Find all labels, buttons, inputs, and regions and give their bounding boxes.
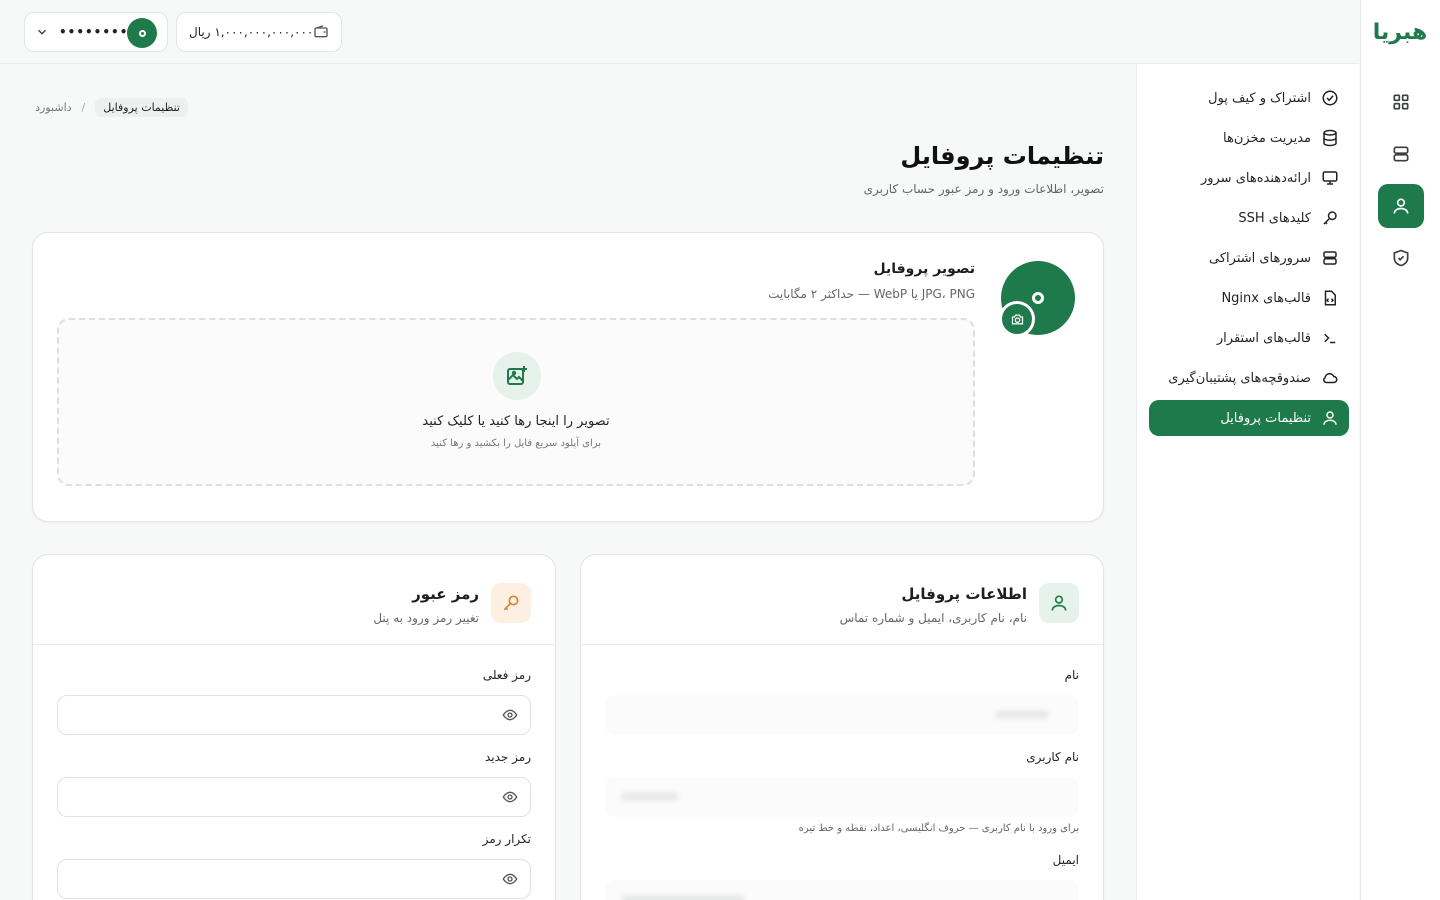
user-icon bbox=[1039, 583, 1079, 623]
profile-photo-card: تصویر پروفایل JPG، PNG یا WebP — حداکثر … bbox=[32, 232, 1104, 522]
server-icon bbox=[1323, 251, 1337, 265]
breadcrumb-separator: / bbox=[81, 100, 86, 114]
page-subtitle: تصویر، اطلاعات ورود و رمز عبور حساب کارب… bbox=[863, 182, 1104, 196]
current-password-field[interactable] bbox=[57, 695, 531, 735]
rail-security-button[interactable] bbox=[1378, 236, 1424, 280]
sidenav-item-deploy-templates[interactable]: قالب‌های استقرار bbox=[1149, 320, 1349, 356]
password-card: رمز عبور تغییر رمز ورود به پنل رمز فعلی … bbox=[32, 554, 556, 900]
breadcrumb: تنظیمات پروفایل / داشبورد bbox=[35, 96, 188, 118]
password-card-title: رمز عبور bbox=[412, 585, 479, 603]
rail-dashboard-button[interactable] bbox=[1378, 80, 1424, 124]
eye-icon[interactable] bbox=[502, 789, 518, 805]
email-field[interactable] bbox=[605, 880, 1079, 900]
database-icon bbox=[1323, 129, 1337, 147]
new-password-field[interactable] bbox=[57, 777, 531, 817]
password-card-header: رمز عبور تغییر رمز ورود به پنل bbox=[33, 555, 555, 645]
sidenav-item-label: صندوقچه‌های پشتیبان‌گیری bbox=[1168, 370, 1311, 386]
dropzone-title: تصویر را اینجا رها کنید یا کلیک کنید bbox=[422, 414, 610, 429]
file-code-icon bbox=[1324, 290, 1336, 306]
email-label: ایمیل bbox=[1052, 853, 1079, 867]
sidenav-item-providers[interactable]: ارائه‌دهنده‌های سرور bbox=[1149, 160, 1349, 196]
name-label: نام bbox=[1064, 668, 1079, 682]
photo-card-subtitle: JPG، PNG یا WebP — حداکثر ۲ مگابایت bbox=[768, 287, 975, 301]
name-field[interactable] bbox=[605, 695, 1079, 735]
wallet-amount: ۱,۰۰۰,۰۰۰,۰۰۰,۰۰۰ ریال bbox=[189, 25, 314, 39]
check-circle-icon bbox=[1322, 90, 1338, 106]
confirm-password-input[interactable] bbox=[70, 860, 490, 898]
image-plus-icon bbox=[493, 352, 541, 400]
current-password-input[interactable] bbox=[70, 696, 490, 734]
masked-username: ••••••••• bbox=[59, 25, 138, 39]
shield-icon bbox=[1393, 249, 1409, 267]
breadcrumb-root-link[interactable]: داشبورد bbox=[35, 101, 71, 114]
new-password-label: رمز جدید bbox=[484, 750, 531, 764]
settings-sidenav: اشتراک و کیف پول مدیریت مخزن‌ها ارائه‌ده… bbox=[1136, 64, 1359, 900]
cloud-icon bbox=[1323, 372, 1338, 384]
breadcrumb-current: تنظیمات پروفایل bbox=[95, 97, 188, 117]
confirm-password-label: تکرار رمز bbox=[482, 832, 531, 846]
key-icon bbox=[491, 583, 531, 623]
info-card-subtitle: نام، نام کاربری، ایمیل و شماره تماس bbox=[839, 611, 1027, 625]
username-value-redacted bbox=[621, 792, 679, 801]
username-field[interactable] bbox=[605, 777, 1079, 817]
password-card-subtitle: تغییر رمز ورود به پنل bbox=[373, 611, 479, 625]
sidenav-item-ssh-keys[interactable]: کلیدهای SSH bbox=[1149, 200, 1349, 236]
sidenav-item-label: مدیریت مخزن‌ها bbox=[1223, 130, 1311, 146]
terminal-icon bbox=[1324, 333, 1336, 344]
username-hint: برای ورود با نام کاربری — حروف انگلیسی، … bbox=[798, 823, 1079, 834]
email-value-redacted bbox=[621, 895, 745, 900]
sidenav-item-repositories[interactable]: مدیریت مخزن‌ها bbox=[1149, 120, 1349, 156]
grid-icon bbox=[1393, 94, 1409, 110]
dropzone-subtitle: برای آپلود سریع فایل را بکشید و رها کنید bbox=[430, 438, 602, 449]
change-photo-button[interactable] bbox=[999, 301, 1035, 337]
page-title: تنظیمات پروفایل bbox=[900, 142, 1104, 170]
sidenav-item-label: کلیدهای SSH bbox=[1238, 210, 1311, 226]
sidenav-item-shared-servers[interactable]: سرورهای اشتراکی bbox=[1149, 240, 1349, 276]
wallet-icon bbox=[314, 25, 328, 38]
sidenav-item-backups[interactable]: صندوقچه‌های پشتیبان‌گیری bbox=[1149, 360, 1349, 396]
brand-logo[interactable]: هبریا bbox=[1370, 20, 1430, 45]
sidenav-item-label: قالب‌های استقرار bbox=[1216, 330, 1311, 346]
user-icon bbox=[1323, 411, 1337, 425]
sidenav-item-label: سرورهای اشتراکی bbox=[1209, 250, 1311, 266]
profile-info-card: اطلاعات پروفایل نام، نام کاربری، ایمیل و… bbox=[580, 554, 1104, 900]
chevron-down-icon bbox=[37, 29, 47, 35]
info-card-title: اطلاعات پروفایل bbox=[901, 585, 1027, 603]
confirm-password-field[interactable] bbox=[57, 859, 531, 899]
key-icon bbox=[1323, 211, 1337, 225]
sidenav-item-label: تنظیمات پروفایل bbox=[1220, 410, 1311, 426]
monitor-icon bbox=[1322, 171, 1338, 185]
current-password-label: رمز فعلی bbox=[482, 668, 531, 682]
info-card-header: اطلاعات پروفایل نام، نام کاربری، ایمیل و… bbox=[581, 555, 1103, 645]
sidenav-item-nginx-templates[interactable]: قالب‌های Nginx bbox=[1149, 280, 1349, 316]
top-bar: ••••••••• ۱,۰۰۰,۰۰۰,۰۰۰,۰۰۰ ریال bbox=[0, 0, 1359, 64]
photo-dropzone[interactable]: تصویر را اینجا رها کنید یا کلیک کنید برا… bbox=[57, 318, 975, 486]
new-password-input[interactable] bbox=[70, 778, 490, 816]
sidenav-item-label: قالب‌های Nginx bbox=[1221, 290, 1311, 306]
server-icon bbox=[1393, 146, 1409, 162]
eye-icon[interactable] bbox=[502, 871, 518, 887]
sidenav-item-subscription[interactable]: اشتراک و کیف پول bbox=[1149, 80, 1349, 116]
user-menu-button[interactable]: ••••••••• bbox=[24, 12, 168, 52]
username-label: نام کاربری bbox=[1026, 750, 1079, 764]
rail-profile-button[interactable] bbox=[1378, 184, 1424, 228]
camera-icon bbox=[1011, 314, 1023, 324]
user-avatar-icon bbox=[127, 18, 157, 48]
rail-servers-button[interactable] bbox=[1378, 132, 1424, 176]
sidenav-item-label: ارائه‌دهنده‌های سرور bbox=[1200, 170, 1311, 186]
eye-icon[interactable] bbox=[502, 707, 518, 723]
user-icon bbox=[1393, 198, 1409, 214]
sidenav-item-profile-settings[interactable]: تنظیمات پروفایل bbox=[1149, 400, 1349, 436]
wallet-balance-chip[interactable]: ۱,۰۰۰,۰۰۰,۰۰۰,۰۰۰ ریال bbox=[176, 12, 342, 52]
sidenav-item-label: اشتراک و کیف پول bbox=[1208, 90, 1311, 106]
icon-rail: هبریا bbox=[1360, 0, 1440, 900]
photo-card-title: تصویر پروفایل bbox=[873, 261, 975, 277]
name-value-redacted bbox=[995, 710, 1049, 719]
